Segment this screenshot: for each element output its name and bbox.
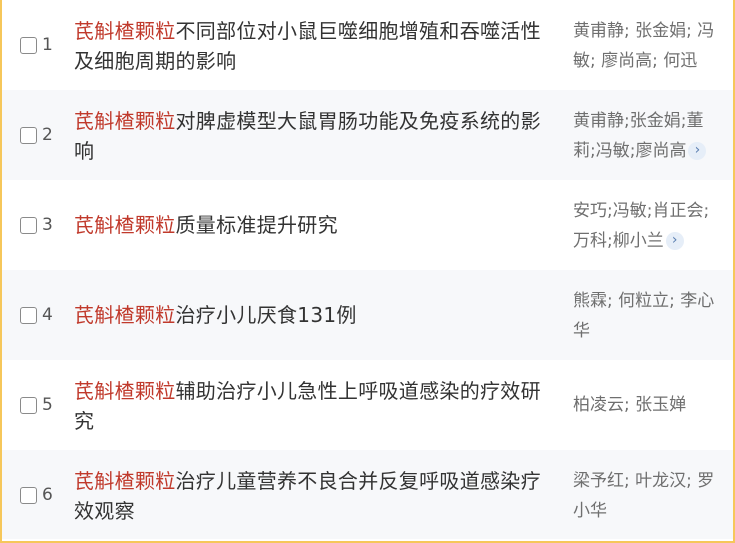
authors-text: 熊霖; 何粒立; 李心华	[573, 291, 715, 341]
chevron-right-icon[interactable]: ›	[665, 232, 684, 250]
result-title-link[interactable]: 芪斛楂颗粒不同部位对小鼠巨噬细胞增殖和吞噬活性及细胞周期的影响	[74, 16, 558, 76]
authors-text: 柏凌云; 张玉婵	[573, 395, 687, 415]
authors-list[interactable]: 熊霖; 何粒立; 李心华	[573, 286, 725, 346]
row-number: 1	[42, 35, 53, 55]
title-keyword: 芪斛楂颗粒	[74, 303, 176, 327]
title-text: 质量标准提升研究	[175, 213, 338, 237]
authors-text: 安巧;冯敏;肖正会;万科;柳小兰	[573, 201, 710, 251]
row-checkbox[interactable]	[20, 307, 37, 324]
row-checkbox[interactable]	[20, 37, 37, 54]
result-row: 6 芪斛楂颗粒治疗儿童营养不良合并反复呼吸道感染疗效观察 梁予红; 叶龙汉; 罗…	[2, 450, 733, 539]
authors-list[interactable]: 黄甫静;张金娟;董莉;冯敏;廖尚高 ›	[573, 106, 725, 166]
title-keyword: 芪斛楂颗粒	[74, 379, 176, 403]
result-title-link[interactable]: 芪斛楂颗粒辅助治疗小儿急性上呼吸道感染的疗效研究	[74, 376, 558, 436]
row-number: 4	[42, 305, 53, 325]
search-results-list: 1 芪斛楂颗粒不同部位对小鼠巨噬细胞增殖和吞噬活性及细胞周期的影响 黄甫静; 张…	[0, 0, 735, 543]
title-keyword: 芪斛楂颗粒	[74, 109, 176, 133]
title-keyword: 芪斛楂颗粒	[74, 469, 176, 493]
row-checkbox[interactable]	[20, 217, 37, 234]
row-checkbox[interactable]	[20, 487, 37, 504]
authors-text: 黄甫静;张金娟;董莉;冯敏;廖尚高	[573, 111, 704, 161]
title-keyword: 芪斛楂颗粒	[74, 213, 176, 237]
result-title-link[interactable]: 芪斛楂颗粒对脾虚模型大鼠胃肠功能及免疫系统的影响	[74, 106, 558, 166]
row-number: 2	[42, 125, 53, 145]
authors-list[interactable]: 黄甫静; 张金娟; 冯敏; 廖尚高; 何迅	[573, 16, 725, 76]
title-text: 治疗小儿厌食131例	[175, 303, 357, 327]
result-row: 1 芪斛楂颗粒不同部位对小鼠巨噬细胞增殖和吞噬活性及细胞周期的影响 黄甫静; 张…	[2, 0, 733, 90]
authors-list[interactable]: 安巧;冯敏;肖正会;万科;柳小兰 ›	[573, 196, 725, 256]
authors-list[interactable]: 梁予红; 叶龙汉; 罗小华	[573, 466, 725, 526]
chevron-right-icon[interactable]: ›	[688, 142, 707, 160]
result-row: 4 芪斛楂颗粒治疗小儿厌食131例 熊霖; 何粒立; 李心华	[2, 270, 733, 360]
title-keyword: 芪斛楂颗粒	[74, 19, 176, 43]
result-title-link[interactable]: 芪斛楂颗粒治疗小儿厌食131例	[74, 300, 558, 330]
row-number: 5	[42, 395, 53, 415]
row-checkbox[interactable]	[20, 397, 37, 414]
authors-list[interactable]: 柏凌云; 张玉婵	[573, 390, 725, 420]
authors-text: 黄甫静; 张金娟; 冯敏; 廖尚高; 何迅	[573, 21, 715, 71]
result-title-link[interactable]: 芪斛楂颗粒治疗儿童营养不良合并反复呼吸道感染疗效观察	[74, 466, 558, 526]
result-row: 5 芪斛楂颗粒辅助治疗小儿急性上呼吸道感染的疗效研究 柏凌云; 张玉婵	[2, 360, 733, 450]
authors-text: 梁予红; 叶龙汉; 罗小华	[573, 471, 715, 521]
row-checkbox[interactable]	[20, 127, 37, 144]
result-row: 2 芪斛楂颗粒对脾虚模型大鼠胃肠功能及免疫系统的影响 黄甫静;张金娟;董莉;冯敏…	[2, 90, 733, 180]
result-title-link[interactable]: 芪斛楂颗粒质量标准提升研究	[74, 210, 558, 240]
row-number: 6	[42, 485, 53, 505]
result-row: 3 芪斛楂颗粒质量标准提升研究 安巧;冯敏;肖正会;万科;柳小兰 ›	[2, 180, 733, 270]
row-number: 3	[42, 215, 53, 235]
